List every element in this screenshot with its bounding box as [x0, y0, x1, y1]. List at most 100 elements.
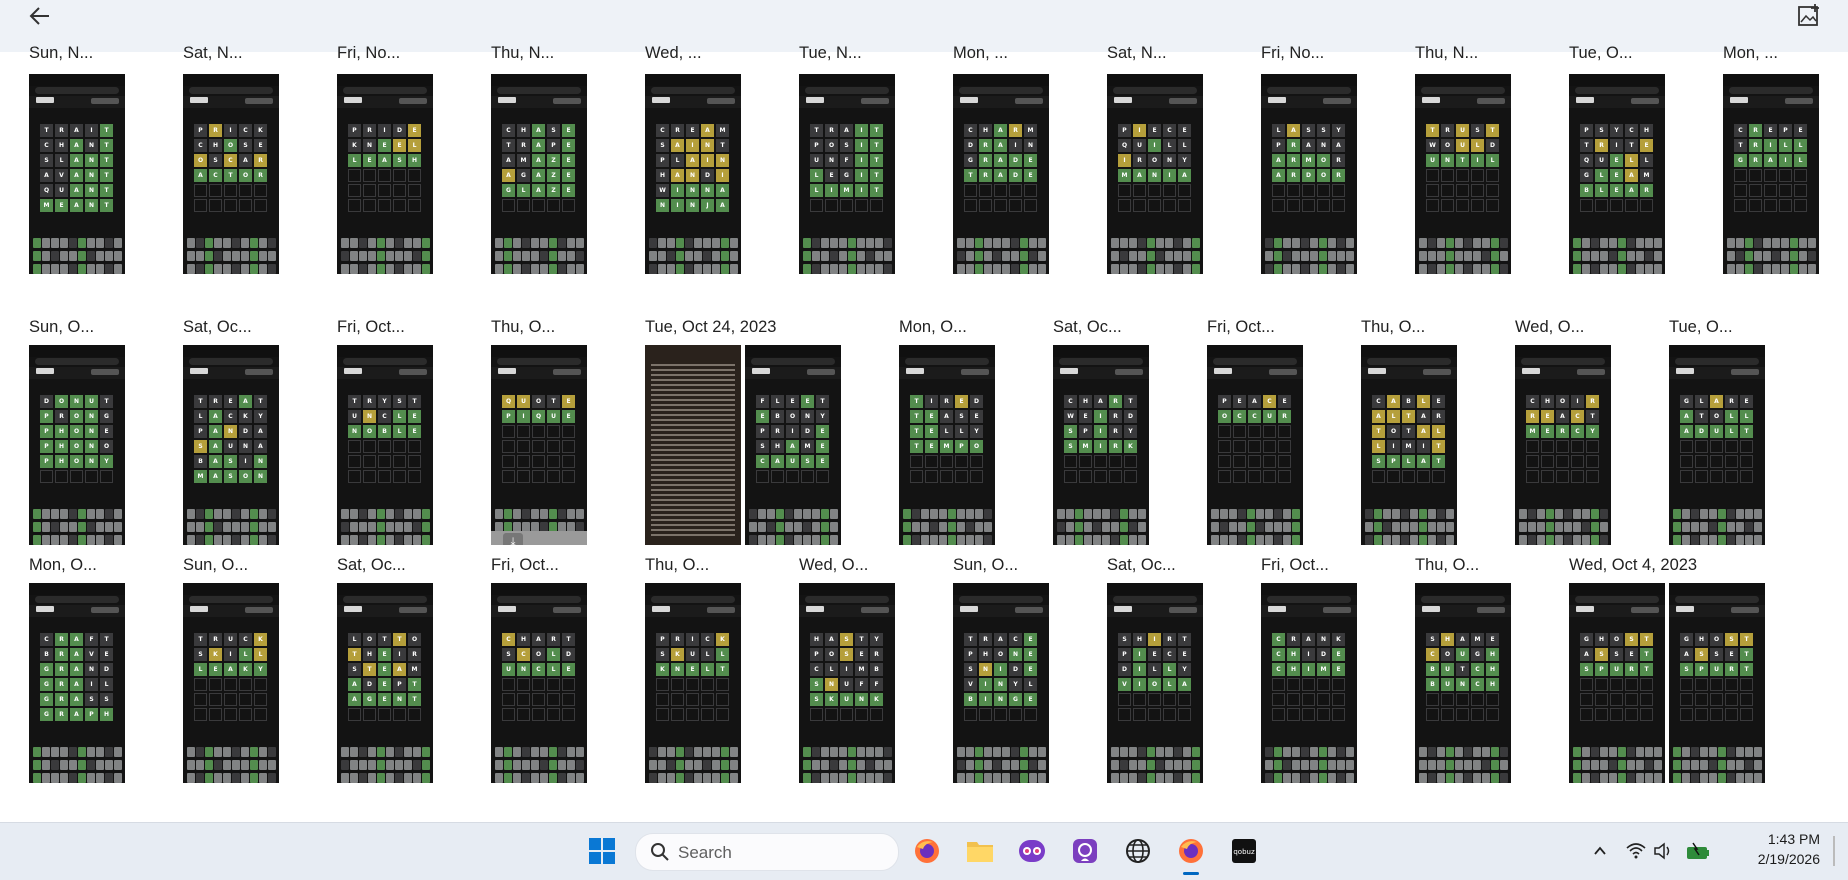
wordle-screenshot-thumbnail[interactable]: SHAMECOUGHBUTCHBUNCH [1415, 583, 1511, 783]
firefox-active-button[interactable] [1175, 835, 1207, 867]
wordle-screenshot-thumbnail[interactable]: SHIRTPIECEDILLYVIOLA [1107, 583, 1203, 783]
date-group-label[interactable]: Fri, Oct... [491, 556, 559, 575]
date-group-label[interactable]: Thu, O... [645, 556, 709, 575]
wordle-screenshot-thumbnail[interactable]: TRACEPHONESNIDEVINYLBINGE [953, 583, 1049, 783]
wordle-screenshot-thumbnail[interactable]: DONUTPRONGPHONEPHONOPHONY [29, 345, 125, 545]
wordle-screenshot-thumbnail[interactable]: PIECEQUILLIRONYMANIA [1107, 74, 1203, 274]
date-group-label[interactable]: Thu, O... [1415, 556, 1479, 575]
wordle-screenshot-thumbnail[interactable]: Q U O T E P I Q U E ⤓ [491, 345, 587, 545]
wordle-screenshot-thumbnail[interactable]: TRUCKSKILLLEAKY [183, 583, 279, 783]
date-group-label[interactable]: Mon, O... [29, 556, 97, 575]
firefox-taskbar-button[interactable] [911, 835, 943, 867]
date-group-label[interactable]: Fri, Oct... [1207, 318, 1275, 337]
add-image-button[interactable] [1792, 0, 1826, 30]
wordle-tile [970, 470, 983, 483]
wordle-screenshot-thumbnail[interactable]: CRANKCHIDECHIME [1261, 583, 1357, 783]
wordle-screenshot-thumbnail[interactable]: CHARMDRAINGRADETRADE [953, 74, 1049, 274]
date-group-label[interactable]: Sat, Oc... [1053, 318, 1122, 337]
date-group-label[interactable]: Thu, O... [1361, 318, 1425, 337]
wordle-screenshot-thumbnail[interactable]: TRYSTUNCLENOBLE [337, 345, 433, 545]
date-group-label[interactable]: Sat, N... [1107, 44, 1167, 63]
file-explorer-button[interactable] [964, 835, 996, 867]
wordle-tile: D [970, 395, 983, 408]
keyboard-key [368, 509, 376, 519]
battery-button[interactable] [1682, 835, 1714, 867]
wordle-tile [1595, 693, 1608, 706]
date-group-label[interactable]: Sun, O... [183, 556, 248, 575]
wordle-screenshot-thumbnail[interactable]: CHASETRAPEAMAZEAGAZEGLAZE [491, 74, 587, 274]
copilot-button[interactable] [1016, 835, 1048, 867]
date-group-label[interactable]: Tue, Oct 24, 2023 [645, 318, 776, 337]
wordle-screenshot-thumbnail[interactable]: CHARTSCOLDUNCLE [491, 583, 587, 783]
back-button[interactable] [22, 2, 58, 30]
download-icon[interactable]: ⤓ [503, 533, 523, 545]
wordle-screenshot-thumbnail[interactable]: LOTTOTHEIRSTEAMADEPTAGENT [337, 583, 433, 783]
wordle-tile: C [1734, 124, 1747, 137]
date-group-label[interactable]: Sun, O... [953, 556, 1018, 575]
keyboard-key [1337, 238, 1345, 248]
browser-button[interactable] [1122, 835, 1154, 867]
start-button[interactable] [586, 835, 618, 867]
wordle-screenshot-thumbnail[interactable]: TREATLACKYPANDASAUNABASINMASON [183, 345, 279, 545]
wordle-screenshot-thumbnail[interactable]: PRICKSKULLKNELT [645, 583, 741, 783]
document-screenshot-thumbnail[interactable] [645, 345, 741, 545]
wordle-screenshot-thumbnail[interactable]: CRAFTBRAVEGRANDGRAILGRASSGRAPH [29, 583, 125, 783]
date-group-label[interactable]: Sun, O... [29, 318, 94, 337]
wordle-screenshot-thumbnail[interactable]: TIREDTEASETELLYTEMPO [899, 345, 995, 545]
date-group-label[interactable]: Fri, Oct... [1261, 556, 1329, 575]
phone-urlbar [1675, 358, 1759, 365]
date-group-label[interactable]: Thu, N... [1415, 44, 1478, 63]
date-group-label[interactable]: Sat, N... [183, 44, 243, 63]
date-group-label[interactable]: Mon, ... [1723, 44, 1778, 63]
wordle-tile [393, 169, 406, 182]
wordle-screenshot-thumbnail[interactable]: CHOIRREACTMERCY [1515, 345, 1611, 545]
date-group-label[interactable]: Fri, No... [337, 44, 400, 63]
date-group-label[interactable]: Wed, O... [799, 556, 868, 575]
date-group-label[interactable]: Tue, O... [1569, 44, 1633, 63]
wordle-tile: H [408, 154, 421, 167]
wordle-tile: A [70, 648, 83, 661]
wordle-screenshot-thumbnail[interactable]: GHOSTASSETSPURT [1669, 583, 1765, 783]
date-group-label[interactable]: Tue, N... [799, 44, 862, 63]
date-group-label[interactable]: Sat, Oc... [1107, 556, 1176, 575]
taskbar-search[interactable]: Search [635, 833, 899, 871]
date-group-label[interactable]: Mon, ... [953, 44, 1008, 63]
date-group-label[interactable]: Tue, O... [1669, 318, 1733, 337]
wordle-tile: C [1233, 410, 1246, 423]
wordle-screenshot-thumbnail[interactable]: LASSYPRANAARMORARDOR [1261, 74, 1357, 274]
volume-button[interactable] [1648, 835, 1680, 867]
wordle-screenshot-thumbnail[interactable]: GHOSTASSETSPURT [1569, 583, 1665, 783]
wordle-screenshot-thumbnail[interactable]: PRICKCHOSEOSCARACTOR [183, 74, 279, 274]
date-group-label[interactable]: Sat, Oc... [337, 556, 406, 575]
wordle-screenshot-thumbnail[interactable]: PRIDEKNEELLEASH [337, 74, 433, 274]
date-group-label[interactable]: Fri, Oct... [337, 318, 405, 337]
wordle-screenshot-thumbnail[interactable]: CHARTWEIRDSPIRYSMIRK [1053, 345, 1149, 545]
qobuz-button[interactable]: qobuz [1228, 835, 1260, 867]
wordle-screenshot-thumbnail[interactable]: TRAITPOSITUNFITLEGITLIMIT [799, 74, 895, 274]
wordle-board: PEACEOCCUR [1218, 395, 1292, 483]
wordle-screenshot-thumbnail[interactable]: PSYCHTRITEQUELLGLEAMBLEAR [1569, 74, 1665, 274]
date-group-label[interactable]: Mon, O... [899, 318, 967, 337]
notifications-button[interactable] [1818, 835, 1848, 867]
wordle-screenshot-thumbnail[interactable]: CREAMSAINTPLAINHANDIWINNANINJA [645, 74, 741, 274]
wordle-screenshot-thumbnail[interactable]: CABLEALTARTOTALLIMITSPLAT [1361, 345, 1457, 545]
date-group-label[interactable]: Wed, ... [645, 44, 702, 63]
wordle-screenshot-thumbnail[interactable]: CREPETRILLGRAIL [1723, 74, 1819, 274]
date-group-label[interactable]: Fri, No... [1261, 44, 1324, 63]
wordle-screenshot-thumbnail[interactable]: FLEETEBONYPRIDESHAMECAUSE [745, 345, 841, 545]
wordle-screenshot-thumbnail[interactable]: GLAREATOLLADULT [1669, 345, 1765, 545]
date-group-label[interactable]: Sat, Oc... [183, 318, 252, 337]
show-hidden-icons-button[interactable] [1584, 835, 1616, 867]
clock[interactable]: 1:43 PM 2/19/2026 [1720, 829, 1820, 869]
wordle-screenshot-thumbnail[interactable]: HASTYPOSERCLIMBSNUFFSKUNK [799, 583, 895, 783]
date-group-label[interactable]: Wed, Oct 4, 2023 [1569, 556, 1697, 575]
wordle-screenshot-thumbnail[interactable]: PEACEOCCUR [1207, 345, 1303, 545]
date-group-label[interactable]: Wed, O... [1515, 318, 1584, 337]
date-group-label[interactable]: Sun, N... [29, 44, 93, 63]
date-group-label[interactable]: Thu, N... [491, 44, 554, 63]
wordle-screenshot-thumbnail[interactable]: TRAITCHANTSLANTAVANTQUANTMEANT [29, 74, 125, 274]
date-group-label[interactable]: Thu, O... [491, 318, 555, 337]
wordle-screenshot-thumbnail[interactable]: TRUSTWOULDUNTIL [1415, 74, 1511, 274]
wordle-tile: T [1124, 395, 1137, 408]
photos-app-button[interactable] [1069, 835, 1101, 867]
